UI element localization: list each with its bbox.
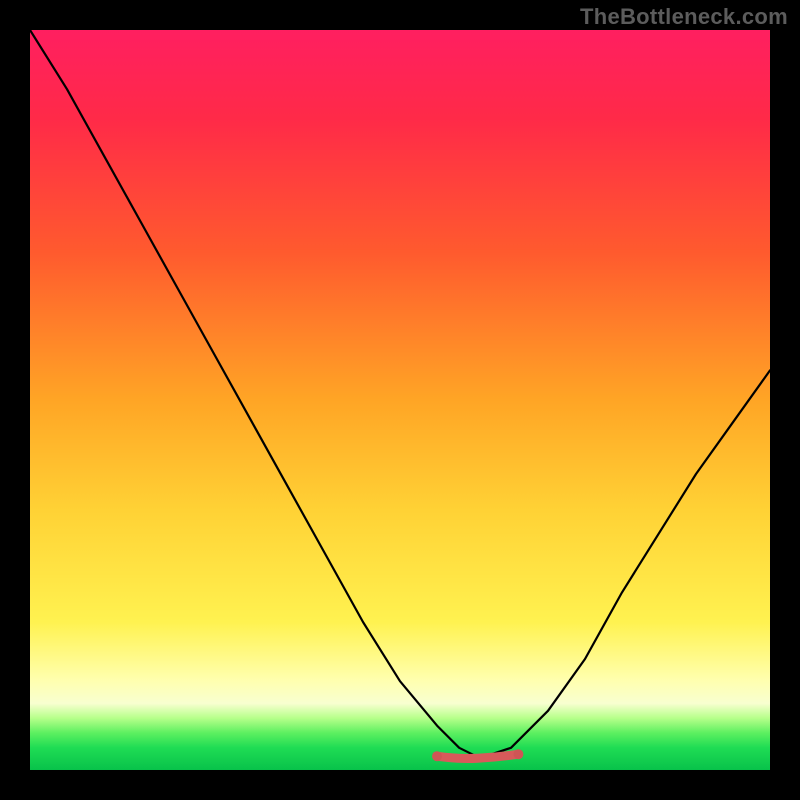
curve-right-branch [474,370,770,755]
trough-highlight [437,754,518,758]
plot-area [30,30,770,770]
curve-layer [30,30,770,770]
watermark-text: TheBottleneck.com [580,4,788,30]
curve-left-branch [30,30,489,755]
chart-frame: TheBottleneck.com [0,0,800,800]
